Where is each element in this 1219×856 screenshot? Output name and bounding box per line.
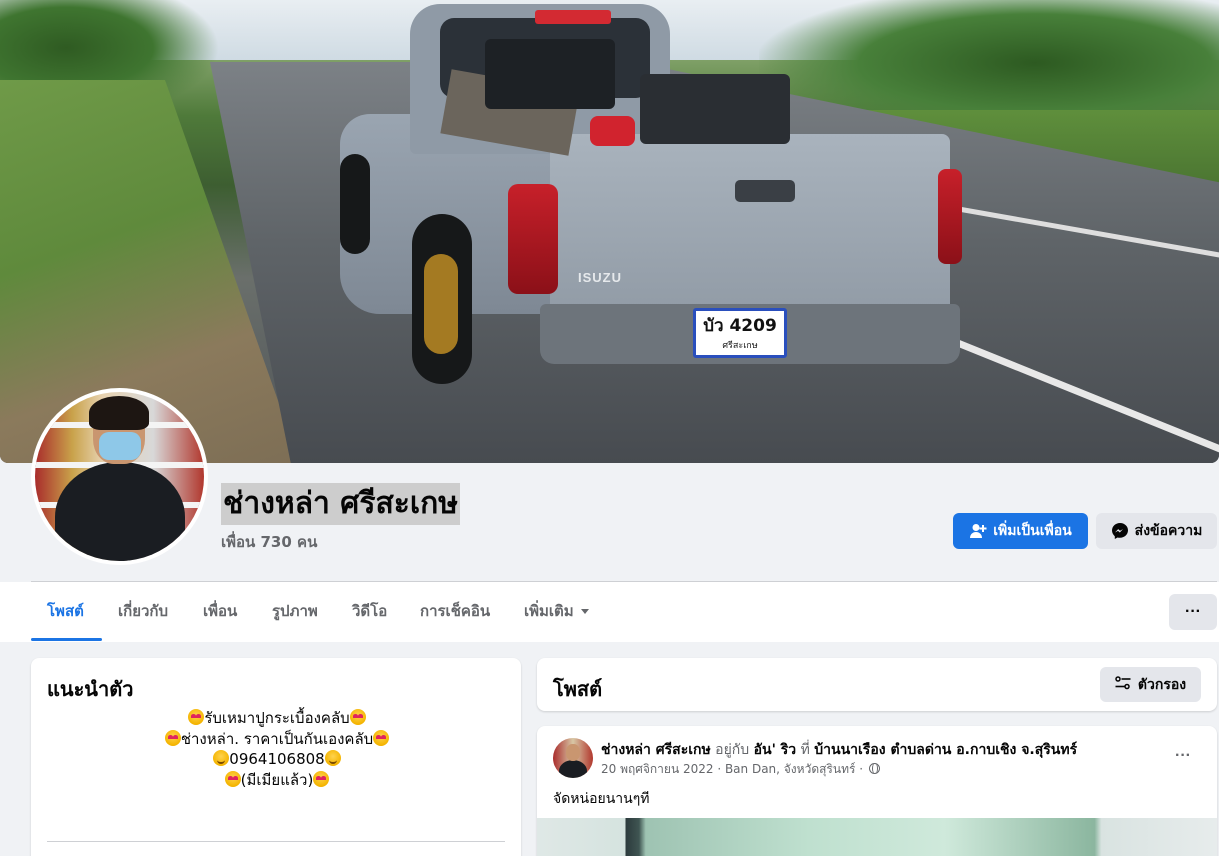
tab-videos[interactable]: วิดีโอ: [336, 582, 403, 640]
avatar-mask: [99, 432, 141, 460]
add-friend-button[interactable]: เพิ่มเป็นเพื่อน: [953, 513, 1088, 549]
post-author[interactable]: ช่างหล่า ศรีสะเกษ: [601, 742, 711, 758]
truck-wheel: [340, 154, 370, 254]
post-image[interactable]: [537, 818, 1217, 856]
intro-divider: [47, 841, 505, 842]
active-tab-indicator: [31, 638, 102, 641]
tab-photos[interactable]: รูปภาพ: [256, 582, 334, 640]
tab-posts[interactable]: โพสต์: [31, 582, 100, 640]
license-plate: บัว 4209 ศรีสะเกษ: [693, 308, 787, 358]
post-with-prefix: อยู่กับ: [715, 742, 750, 758]
bio-line: (มีเมียแล้ว): [47, 770, 507, 791]
bio-phone: 0964106808: [229, 750, 325, 768]
plate-province: ศรีสะเกษ: [722, 341, 758, 351]
truck-rim: [424, 254, 458, 354]
bio-text: (มีเมียแล้ว): [240, 770, 314, 789]
posts-title: โพสต์: [553, 677, 603, 701]
heart-eyes-emoji-icon: [349, 709, 366, 725]
truck-brand: ISUZU: [578, 270, 622, 285]
bio-line: 0964106808: [47, 749, 507, 770]
bio-text: รับเหมาปูกระเบื้องคลับ: [204, 709, 350, 727]
filter-icon: [1115, 675, 1131, 694]
filter-label: ตัวกรอง: [1137, 676, 1187, 693]
post-text: จัดหน่อยนานๆที: [553, 791, 650, 807]
bio-line: ช่างหล่า. ราคาเป็นกันเองคลับ: [47, 729, 507, 750]
truck-taillight: [938, 169, 962, 264]
more-options-button[interactable]: ···: [1169, 594, 1217, 630]
post-avatar-head: [566, 744, 580, 761]
heart-eyes-emoji-icon: [313, 770, 330, 787]
truck-taillight: [508, 184, 558, 294]
friends-count[interactable]: เพื่อน 730 คน: [221, 530, 317, 554]
post-meta: 20 พฤศจิกายน 2022 · Ban Dan, จังหวัดสุริ…: [601, 760, 880, 779]
tab-more[interactable]: เพิ่มเติม: [508, 582, 605, 640]
message-button[interactable]: ส่งข้อความ: [1096, 513, 1217, 549]
avatar[interactable]: [35, 392, 204, 561]
post-tagged-person[interactable]: อัน' ริว: [754, 742, 797, 758]
heart-eyes-emoji-icon: [164, 729, 181, 746]
truck-cargo: [485, 39, 615, 109]
bio-text: ช่างหล่า. ราคาเป็นกันเองคลับ: [180, 729, 374, 748]
bio-line: รับเหมาปูกระเบื้องคลับ: [47, 708, 507, 729]
pickup-truck: ISUZU บัว 4209 ศรีสะเกษ: [340, 4, 962, 384]
profile-name: ช่างหล่า ศรีสะเกษ: [221, 483, 461, 525]
tab-about[interactable]: เกี่ยวกับ: [102, 582, 184, 640]
truck-cargo: [590, 116, 635, 146]
tab-more-label: เพิ่มเติม: [524, 602, 574, 620]
heart-eyes-emoji-icon: [224, 770, 241, 787]
post-location[interactable]: บ้านนาเรือง ตำบลด่าน อ.กาบเชิง จ.สุรินทร…: [814, 742, 1077, 758]
messenger-icon: [1111, 522, 1129, 540]
add-friend-label: เพิ่มเป็นเพื่อน: [993, 523, 1072, 539]
truck-handle: [735, 180, 795, 202]
avatar-body: [55, 462, 185, 561]
intro-title: แนะนำตัว: [47, 677, 134, 701]
post-menu-button[interactable]: ···: [1170, 743, 1196, 769]
filter-button[interactable]: ตัวกรอง: [1100, 667, 1201, 702]
tab-friends[interactable]: เพื่อน: [187, 582, 253, 640]
smile-emoji-icon: [324, 750, 341, 766]
heart-eyes-emoji-icon: [373, 729, 390, 746]
caret-down-icon: [580, 609, 589, 614]
truck-brake-light: [535, 10, 611, 24]
avatar-hair: [89, 396, 149, 430]
cover-photo[interactable]: ISUZU บัว 4209 ศรีสะเกษ: [0, 0, 1219, 463]
bio: รับเหมาปูกระเบื้องคลับ ช่างหล่า. ราคาเป็…: [47, 708, 507, 790]
post-date[interactable]: 20 พฤศจิกายน 2022 · Ban Dan, จังหวัดสุริ…: [601, 762, 863, 776]
smile-emoji-icon: [213, 750, 230, 766]
plate-main: บัว 4209: [703, 316, 777, 336]
tab-checkins[interactable]: การเช็คอิน: [404, 582, 506, 640]
more-dots-icon: ···: [1185, 603, 1201, 620]
post-avatar-body: [559, 760, 587, 778]
add-friend-icon: [969, 522, 987, 540]
post-at-prefix: ที่: [800, 742, 810, 758]
globe-icon: [868, 762, 880, 774]
truck-cargo: [640, 74, 790, 144]
heart-eyes-emoji-icon: [188, 709, 205, 725]
message-label: ส่งข้อความ: [1134, 523, 1203, 539]
post-author-avatar[interactable]: [553, 738, 593, 778]
post-header: ช่างหล่า ศรีสะเกษ อยู่กับ อัน' ริว ที่ บ…: [601, 739, 1077, 761]
